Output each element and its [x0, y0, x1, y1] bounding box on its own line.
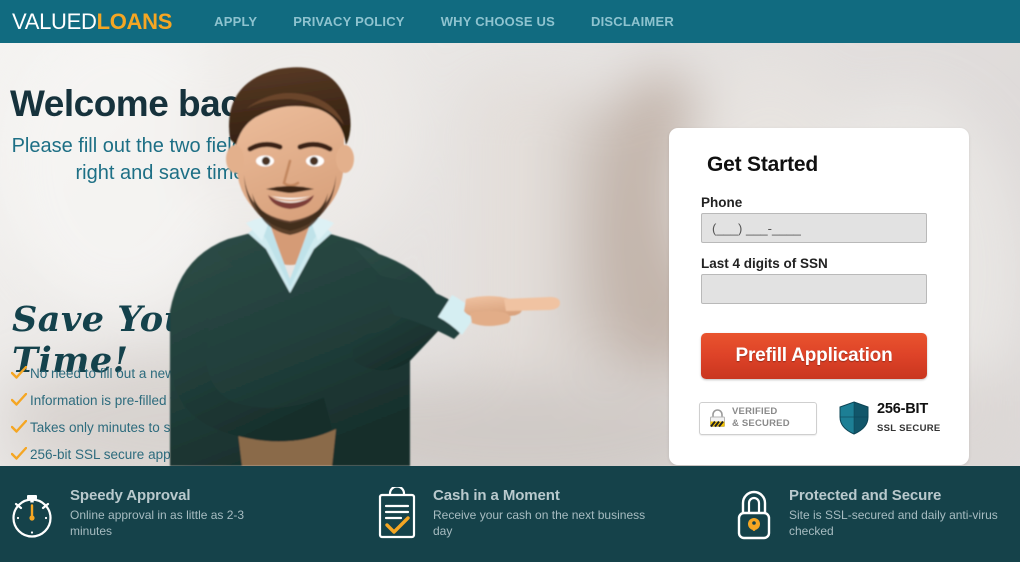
nav-item-why-choose-us[interactable]: WHY CHOOSE US [423, 14, 573, 29]
footer-feature-text: Speedy Approval Online approval in as li… [70, 487, 285, 539]
pointing-man-photo [170, 67, 560, 466]
stopwatch-icon [8, 487, 56, 544]
check-icon [8, 393, 30, 407]
form-title: Get Started [707, 153, 818, 176]
footer-feature-protected-and-secure: Protected and Secure Site is SSL-secured… [733, 466, 1004, 546]
ssl-line-2: SSL SECURE [877, 423, 941, 434]
clipboard-check-icon [375, 485, 419, 544]
padlock-icon [733, 487, 775, 546]
verified-line-1: VERIFIED [732, 406, 778, 418]
verified-badge-text: VERIFIED & SECURED [732, 406, 790, 430]
nav-item-apply[interactable]: APPLY [196, 14, 275, 29]
footer-feature-cash-in-a-moment: Cash in a Moment Receive your cash on th… [375, 466, 648, 544]
ssl-secure-badge: 256-BIT SSL SECURE [839, 400, 941, 436]
feature-footer-bar: Speedy Approval Online approval in as li… [0, 466, 1020, 562]
shield-icon [839, 401, 869, 435]
phone-input[interactable] [701, 213, 927, 243]
footer-feature-desc: Site is SSL-secured and daily anti-virus… [789, 508, 998, 539]
ssl-line-1: 256-BIT [877, 401, 928, 417]
top-navigation-bar: VALUEDLOANS APPLY PRIVACY POLICY WHY CHO… [0, 0, 1020, 43]
footer-feature-desc: Online approval in as little as 2-3 minu… [70, 508, 245, 539]
footer-feature-desc: Receive your cash on the next business d… [433, 508, 646, 539]
site-logo[interactable]: VALUEDLOANS [12, 9, 172, 35]
check-icon [8, 420, 30, 434]
footer-feature-speedy-approval: Speedy Approval Online approval in as li… [8, 466, 285, 544]
trust-badges: VERIFIED & SECURED 256-BIT SSL SECURE [699, 400, 941, 436]
nav-item-disclaimer[interactable]: DISCLAIMER [573, 14, 692, 29]
check-icon [8, 447, 30, 461]
get-started-form-card: Get Started Phone Last 4 digits of SSN P… [669, 128, 969, 465]
ssn-input[interactable] [701, 274, 927, 304]
check-icon [8, 366, 30, 380]
padlock-badge-icon [709, 408, 726, 428]
footer-feature-text: Cash in a Moment Receive your cash on th… [433, 487, 648, 539]
prefill-application-button[interactable]: Prefill Application [701, 333, 927, 379]
footer-feature-title: Protected and Secure [789, 487, 942, 504]
main-nav: APPLY PRIVACY POLICY WHY CHOOSE US DISCL… [196, 14, 692, 29]
verified-line-2: & SECURED [732, 418, 790, 429]
verified-secured-badge: VERIFIED & SECURED [699, 401, 817, 435]
phone-label: Phone [701, 195, 743, 210]
landing-page: VALUEDLOANS APPLY PRIVACY POLICY WHY CHO… [0, 0, 1020, 562]
logo-text-primary: VALUED [12, 8, 97, 34]
hero-section: Welcome back! Please fill out the two fi… [0, 43, 1020, 466]
footer-feature-title: Cash in a Moment [433, 487, 560, 504]
ssl-badge-text: 256-BIT SSL SECURE [877, 400, 941, 436]
footer-feature-text: Protected and Secure Site is SSL-secured… [789, 487, 1004, 539]
footer-feature-title: Speedy Approval [70, 487, 191, 504]
ssn-label: Last 4 digits of SSN [701, 256, 828, 271]
nav-item-privacy-policy[interactable]: PRIVACY POLICY [275, 14, 422, 29]
logo-text-accent: LOANS [96, 8, 173, 34]
